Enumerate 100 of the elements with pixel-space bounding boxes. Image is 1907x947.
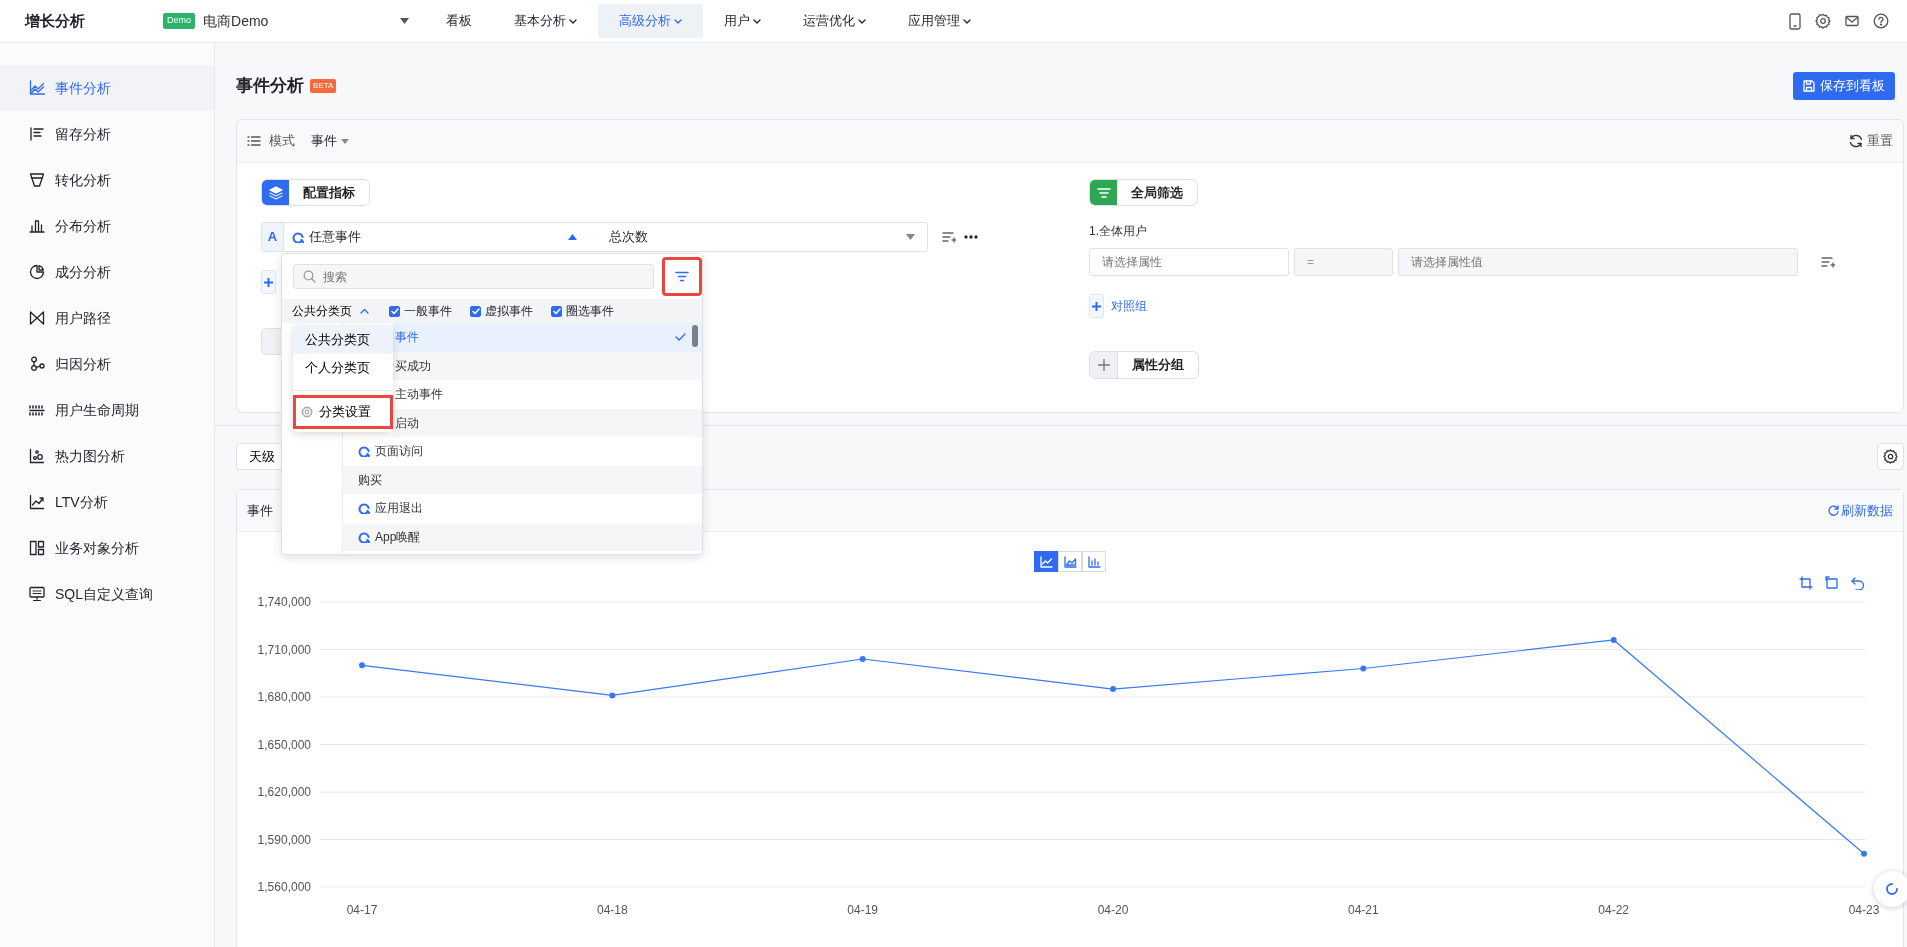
category-tab[interactable]: 公共分类页 (292, 302, 369, 320)
data-point[interactable] (359, 662, 365, 669)
bar-chart-icon (1087, 555, 1101, 568)
line-chart-icon (1039, 555, 1053, 568)
event-item[interactable]: 购买 (343, 465, 702, 494)
sidebar-item[interactable]: 热力图分析 (0, 433, 214, 479)
sidebar-item[interactable]: 成分分析 (0, 249, 214, 295)
check-icon (552, 307, 561, 315)
more-icon[interactable] (964, 235, 978, 239)
scrollbar-thumb[interactable] (692, 325, 698, 347)
sidebar-item[interactable]: 归因分析 (0, 341, 214, 387)
plus-icon (1092, 301, 1101, 311)
check-icon (390, 307, 399, 315)
data-point[interactable] (859, 656, 866, 662)
line-chart-icon (29, 80, 45, 96)
mail-icon[interactable] (1845, 15, 1859, 27)
project-name[interactable]: 电商Demo (203, 10, 269, 32)
group-by-button[interactable]: 属性分组 (1089, 351, 1199, 379)
project-tag: Demo (163, 13, 195, 29)
sidebar-item[interactable]: LTV分析 (0, 479, 214, 525)
checkbox-label: 一般事件 (404, 303, 452, 320)
reset-button[interactable]: 重置 (1849, 131, 1893, 151)
event-item[interactable]: 主动事件 (393, 380, 702, 409)
nav-tab[interactable]: 运营优化 (782, 4, 887, 38)
compare-link[interactable]: 对照组 (1111, 297, 1147, 315)
data-point[interactable] (1861, 850, 1867, 857)
menu-item[interactable]: 分类设置 (293, 395, 393, 429)
bar-chart-icon (29, 218, 45, 234)
checkbox-label: 圈选事件 (566, 303, 614, 320)
chart-type-toggle[interactable] (1034, 551, 1058, 572)
monitor-icon (29, 586, 45, 602)
crop-icon[interactable] (1799, 576, 1813, 590)
axis-label: 1,620,000 (257, 785, 311, 799)
nav-tab[interactable]: 看板 (425, 4, 493, 38)
event-item[interactable]: 事件 (393, 323, 702, 352)
sidebar-item[interactable]: 用户路径 (0, 295, 214, 341)
sidebar-item[interactable]: 业务对象分析 (0, 525, 214, 571)
add-filter-icon[interactable] (1821, 256, 1835, 268)
phone-icon[interactable] (1789, 12, 1801, 30)
add-filter-icon[interactable] (942, 231, 956, 243)
dots-icon (29, 402, 45, 418)
checkbox[interactable] (470, 305, 481, 317)
save-button[interactable]: 保存到看板 (1793, 72, 1895, 100)
axis-label: 1,650,000 (257, 737, 311, 752)
data-point[interactable] (1610, 637, 1617, 643)
menu-item[interactable]: 个人分类页 (293, 354, 393, 382)
event-item[interactable]: 买成功 (393, 351, 702, 380)
nodes-icon (29, 356, 45, 372)
search-field[interactable]: 搜索 (293, 264, 654, 289)
mode-label: 模式 (269, 132, 295, 151)
axis-label: 1,740,000 (257, 595, 311, 609)
refresh-link[interactable]: 刷新数据 (1828, 500, 1893, 521)
menu-item[interactable]: 公共分类页 (293, 326, 393, 354)
axis-label: 04-19 (847, 903, 878, 917)
data-point[interactable] (1110, 686, 1116, 693)
nav-tab[interactable]: 应用管理 (887, 4, 992, 38)
nav-tab[interactable]: 高级分析 (598, 4, 703, 38)
filter-icon (1096, 186, 1111, 199)
bowtie-icon (29, 310, 45, 326)
frame-icon[interactable] (1825, 576, 1839, 590)
data-point[interactable] (609, 692, 616, 699)
settings-icon[interactable] (1815, 13, 1831, 29)
sidebar-item[interactable]: 用户生命周期 (0, 387, 214, 433)
settings-button[interactable] (1877, 443, 1904, 470)
checkbox[interactable] (389, 305, 400, 317)
metrics-button[interactable]: 配置指标 (261, 179, 370, 206)
event-item[interactable]: 页面访问 (343, 437, 702, 466)
sidebar-item[interactable]: 分布分析 (0, 203, 214, 249)
help-icon[interactable] (1873, 13, 1889, 29)
dropdown-caret-icon[interactable] (400, 18, 409, 24)
caret-icon (341, 138, 349, 144)
event-item[interactable]: App唤醒 (343, 522, 702, 551)
value-field[interactable]: 请选择属性值 (1398, 248, 1798, 276)
nav-tab[interactable]: 用户 (703, 4, 782, 38)
event-item[interactable]: 启动 (393, 408, 702, 437)
sidebar-item[interactable]: SQL自定义查询 (0, 571, 214, 617)
chevron-up-icon (360, 308, 369, 314)
add-button[interactable] (261, 270, 276, 294)
sidebar-item[interactable]: 留存分析 (0, 111, 214, 157)
mode-select[interactable]: 事件 (311, 131, 349, 151)
filter-button[interactable] (662, 257, 702, 296)
sidebar-item[interactable]: 转化分析 (0, 157, 214, 203)
search-icon (303, 270, 316, 283)
property-field[interactable]: 请选择属性 (1089, 248, 1289, 276)
gear-icon (301, 406, 313, 418)
ring-icon (358, 502, 370, 515)
refresh-icon (1828, 505, 1839, 516)
checkbox[interactable] (551, 305, 562, 317)
data-point[interactable] (1360, 665, 1367, 672)
nav-tab[interactable]: 基本分析 (493, 4, 598, 38)
undo-icon[interactable] (1851, 576, 1865, 590)
funnel-icon (29, 172, 45, 188)
check-icon (471, 307, 480, 315)
sidebar-item[interactable]: 事件分析 (0, 65, 214, 111)
add-compare-button[interactable] (1089, 294, 1104, 318)
global-filter-button[interactable]: 全局筛选 (1089, 179, 1198, 206)
layout-icon (29, 540, 45, 556)
chevron-icon (858, 18, 866, 24)
chevron-icon (569, 18, 577, 24)
event-item[interactable]: 应用退出 (343, 494, 702, 523)
